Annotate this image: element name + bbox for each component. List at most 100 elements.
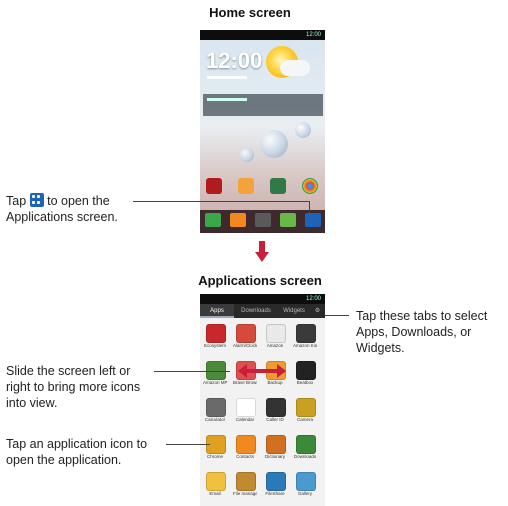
app-icon-label: Amazon MP3: [203, 380, 227, 385]
app-icon-label: Camera: [296, 417, 313, 422]
app-icon-image: [236, 472, 256, 491]
app-icon[interactable]: Amazon MP3: [203, 359, 227, 389]
app-icon[interactable]: File manager: [233, 470, 257, 500]
app-icon[interactable]: Downloads: [293, 433, 317, 463]
apps-grid-icon[interactable]: [305, 213, 321, 227]
bubble-decoration: [295, 122, 311, 138]
settings-icon[interactable]: ⚙: [310, 304, 325, 318]
app-icon-label: Ecosystem: [203, 343, 226, 348]
apps-screen-title: Applications screen: [198, 273, 322, 288]
app-icon[interactable]: Calendar: [233, 396, 257, 426]
app-icon-image: [296, 324, 316, 343]
app-icon-label: Alarm/Clock: [233, 343, 257, 348]
app-icon-image: [266, 435, 286, 454]
app-icon[interactable]: Alarm/Clock: [233, 322, 257, 352]
app-icon-image: [296, 361, 316, 380]
app-icon[interactable]: Camera: [293, 396, 317, 426]
app-icon-label: Contacts: [236, 454, 254, 459]
down-arrow-icon: [255, 241, 269, 262]
app-icon-image: [266, 398, 286, 417]
app-icon-label: Calendar: [235, 417, 255, 422]
callout-line: [154, 371, 230, 372]
apps-grid-icon: [29, 193, 44, 207]
status-bar: 12:00: [200, 294, 325, 304]
app-icon-label: Amazon Kindle: [293, 343, 317, 348]
status-time: 12:00: [305, 32, 321, 38]
callout-text: Applications screen.: [6, 210, 118, 224]
bubble-decoration: [260, 130, 288, 158]
app-icon[interactable]: Dictionary: [263, 433, 287, 463]
app-icon-label: Downloads: [293, 454, 317, 459]
double-arrow-icon: [238, 364, 286, 378]
apps-tab-bar: Apps Downloads Widgets ⚙: [200, 304, 325, 318]
clock-date: [207, 76, 247, 79]
contacts-icon[interactable]: [230, 213, 246, 227]
messaging-icon[interactable]: [280, 213, 296, 227]
tab-downloads[interactable]: Downloads: [234, 304, 278, 318]
app-icon[interactable]: Contacts: [233, 433, 257, 463]
app-icon-label: FileShare: [265, 491, 285, 496]
home-app-icon[interactable]: [302, 178, 318, 194]
app-icon-label: Caller ID: [266, 417, 284, 422]
app-icon-label: Calculator: [204, 417, 226, 422]
callout-line: [325, 315, 349, 316]
app-icon-label: Chrome: [206, 454, 223, 459]
app-icon[interactable]: Email: [203, 470, 227, 500]
app-icon[interactable]: Beatbox: [293, 359, 317, 389]
news-widget: [203, 94, 323, 116]
app-icon-label: Dictionary: [264, 454, 285, 459]
callout-line: [133, 201, 309, 202]
app-icon[interactable]: Amazon: [263, 322, 287, 352]
callout-text: to open the: [47, 194, 110, 208]
weather-cloud-icon: [280, 60, 310, 76]
callout-line: [166, 444, 210, 445]
app-icon-label: File manager: [233, 491, 257, 496]
app-icon-label: Backup: [267, 380, 283, 385]
apps-screen-image: 12:00 Apps Downloads Widgets ⚙ Ecosystem…: [200, 294, 325, 506]
clock-widget: 12:00: [206, 48, 263, 73]
callout-tabs: Tap these tabs to select Apps, Downloads…: [356, 309, 488, 355]
status-bar: 12:00: [200, 30, 325, 40]
app-icon[interactable]: Gallery: [293, 470, 317, 500]
app-icon[interactable]: Amazon Kindle: [293, 322, 317, 352]
home-app-icon[interactable]: [270, 178, 286, 194]
home-app-icon[interactable]: [206, 178, 222, 194]
app-icon-label: Gallery: [297, 491, 313, 496]
home-screen-image: 12:00 12:00: [200, 30, 325, 233]
app-icon-image: [206, 324, 226, 343]
home-screen-title: Home screen: [209, 5, 291, 20]
app-icon-image: [206, 472, 226, 491]
status-time: 12:00: [305, 296, 321, 302]
app-icon-image: [206, 398, 226, 417]
apps-grid: Ecosystem Alarm/Clock Amazon Amazon Kindle A…: [200, 318, 325, 506]
app-icon[interactable]: FileShare: [263, 470, 287, 500]
app-icon-image: [296, 435, 316, 454]
callout-text: Tap: [6, 194, 27, 208]
app-icon-label: Email: [209, 491, 221, 496]
dock-bar: [200, 210, 325, 233]
app-icon-image: [266, 324, 286, 343]
app-icon-image: [236, 398, 256, 417]
home-app-icon[interactable]: [238, 178, 254, 194]
app-icon-label: Amazon: [266, 343, 284, 348]
tab-apps[interactable]: Apps: [200, 304, 234, 318]
app-icon[interactable]: Calculator: [203, 396, 227, 426]
callout-slide: Slide the screen left or right to bring …: [6, 364, 141, 410]
app-icon[interactable]: Caller ID: [263, 396, 287, 426]
app-icon-image: [296, 398, 316, 417]
camera-icon[interactable]: [255, 213, 271, 227]
tab-widgets[interactable]: Widgets: [278, 304, 310, 318]
callout-app-icon: Tap an application icon to open the appl…: [6, 437, 148, 467]
bubble-decoration: [240, 148, 254, 162]
app-icon[interactable]: Chrome: [203, 433, 227, 463]
app-icon-label: Brave Browser: [233, 380, 257, 385]
app-icon-image: [266, 472, 286, 491]
app-icon-image: [236, 435, 256, 454]
app-icon-image: [236, 324, 256, 343]
phone-icon[interactable]: [205, 213, 221, 227]
callout-line: [309, 201, 310, 213]
app-icon-image: [296, 472, 316, 491]
callout-open-apps: Tap to open the Applications screen.: [6, 193, 146, 225]
app-icon[interactable]: Ecosystem: [203, 322, 227, 352]
app-icon-label: Beatbox: [296, 380, 314, 385]
